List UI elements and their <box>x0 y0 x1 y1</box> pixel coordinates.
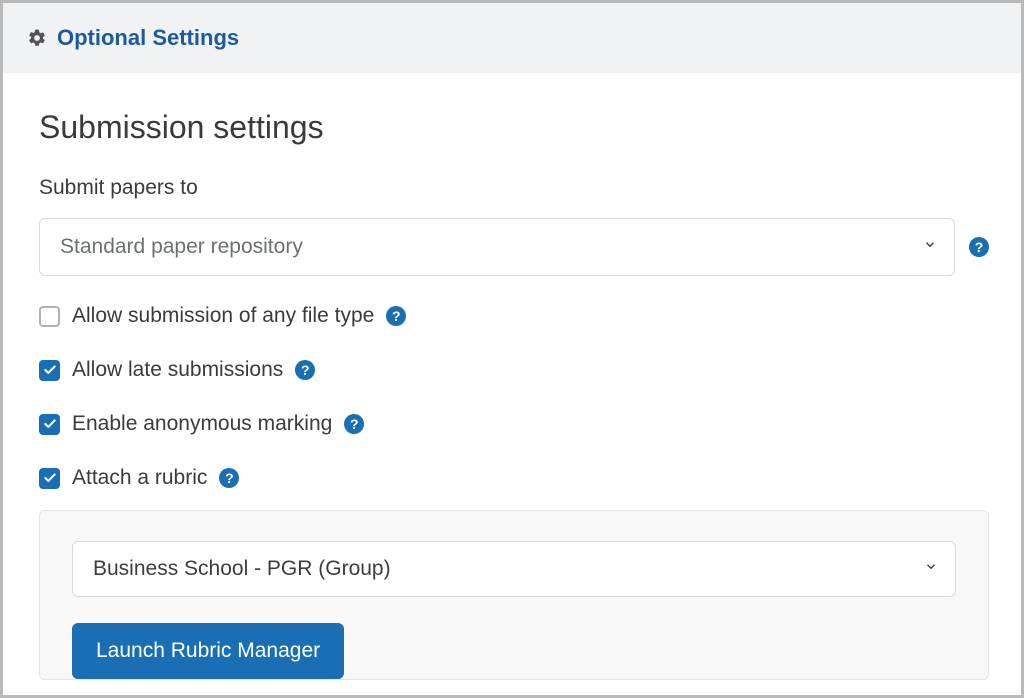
submit-to-select[interactable]: Standard paper repository <box>39 218 955 276</box>
help-icon[interactable]: ? <box>386 306 406 326</box>
late-submissions-checkbox[interactable] <box>39 360 60 381</box>
rubric-panel: Business School - PGR (Group) Launch Rub… <box>39 510 989 680</box>
any-file-type-label: Allow submission of any file type <box>72 304 374 328</box>
help-icon[interactable]: ? <box>219 468 239 488</box>
section-title: Submission settings <box>39 109 989 146</box>
rubric-select[interactable]: Business School - PGR (Group) <box>72 541 956 597</box>
any-file-type-checkbox[interactable] <box>39 306 60 327</box>
attach-rubric-label: Attach a rubric <box>72 466 207 490</box>
submit-to-row: Standard paper repository ? <box>39 218 989 276</box>
submit-to-select-wrap: Standard paper repository <box>39 218 955 276</box>
anonymous-marking-label: Enable anonymous marking <box>72 412 332 436</box>
launch-rubric-manager-button[interactable]: Launch Rubric Manager <box>72 623 344 679</box>
settings-panel: Optional Settings Submission settings Su… <box>0 0 1024 698</box>
help-icon[interactable]: ? <box>344 414 364 434</box>
gear-icon <box>27 28 47 48</box>
content-area: Submission settings Submit papers to Sta… <box>3 73 1021 680</box>
option-any-file-type: Allow submission of any file type ? <box>39 304 989 328</box>
option-anonymous-marking: Enable anonymous marking ? <box>39 412 989 436</box>
help-icon[interactable]: ? <box>295 360 315 380</box>
anonymous-marking-checkbox[interactable] <box>39 414 60 435</box>
submit-to-label: Submit papers to <box>39 176 989 200</box>
option-attach-rubric: Attach a rubric ? <box>39 466 989 490</box>
panel-header: Optional Settings <box>3 3 1021 73</box>
option-late-submissions: Allow late submissions ? <box>39 358 989 382</box>
late-submissions-label: Allow late submissions <box>72 358 283 382</box>
help-icon[interactable]: ? <box>969 237 989 257</box>
panel-header-title: Optional Settings <box>57 25 239 51</box>
rubric-select-wrap: Business School - PGR (Group) <box>72 541 956 597</box>
attach-rubric-checkbox[interactable] <box>39 468 60 489</box>
